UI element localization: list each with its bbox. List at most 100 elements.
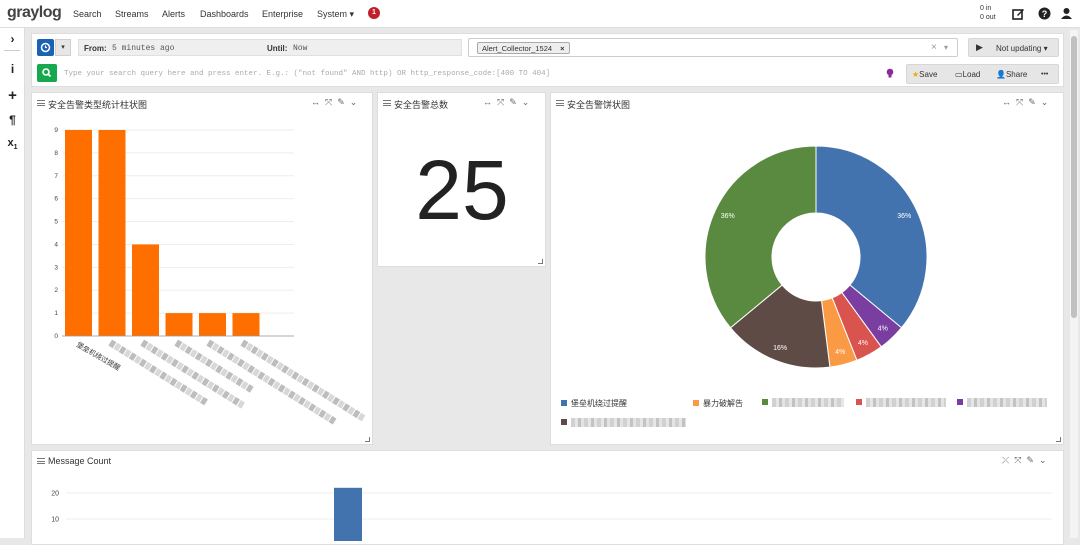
scrollbar-thumb[interactable] [1071,36,1077,318]
load-button[interactable]: ▭Load [955,70,980,79]
legend-swatch [957,399,963,405]
svg-text:?: ? [1042,9,1048,19]
y-tick-label: 4 [54,241,58,248]
expand-icon[interactable]: ↔ [483,97,497,107]
edit-widget-icon[interactable]: ✎ [337,97,350,107]
time-range-display[interactable]: From: 5 minutes ago Until: Now [78,39,462,56]
resize-handle-icon[interactable] [538,259,543,264]
help-icon[interactable]: ? [1038,7,1051,20]
throughput-out: 0 out [980,14,996,21]
notification-badge[interactable]: 1 [368,7,380,19]
redacted-tick-label [240,339,366,422]
stream-select[interactable]: Alert_Collector_1524 × × ▾ [468,38,958,57]
slice-label: 4% [858,340,868,347]
time-range-dropdown-icon[interactable]: ▾ [55,39,71,56]
resize-handle-icon[interactable] [365,437,370,442]
throughput-indicator: 0 in 0 out [980,4,996,22]
legend-label: 暴力破解告 [703,399,743,408]
remove-tag-icon[interactable]: × [560,44,564,53]
nav-enterprise[interactable]: Enterprise [262,9,303,19]
stream-dropdown-icon[interactable]: ▾ [944,43,948,52]
panel-controls: ↔⤧✎⌄ [483,97,534,108]
y-tick-label: 9 [54,127,58,134]
legend-item[interactable] [957,398,1047,407]
slice-label: 36% [721,213,735,220]
user-plus-icon: 👤 [996,70,1006,79]
stream-tag: Alert_Collector_1524 × [477,42,570,54]
search-bar: ▾ From: 5 minutes ago Until: Now Alert_C… [31,33,1064,87]
bar [132,244,159,336]
fullscreen-icon[interactable]: ⤧ [497,97,509,107]
search-actions: ★Save ▭Load 👤Share ••• [906,64,1059,84]
legend-swatch [856,399,862,405]
bar [65,130,92,336]
top-navbar: graylog Search Streams Alerts Dashboards… [0,0,1080,28]
y-tick-label: 0 [54,333,58,340]
collapse-icon[interactable]: ⤬ [1002,455,1014,465]
drag-handle-icon[interactable] [37,100,45,106]
drag-handle-icon[interactable] [383,100,391,106]
edit-widget-icon[interactable]: ✎ [509,97,522,107]
legend-item[interactable] [561,418,686,427]
message-count-chart: 10 20 [51,487,1052,541]
legend-item[interactable] [856,398,946,407]
share-button[interactable]: 👤Share [996,70,1027,79]
time-range-button[interactable] [37,39,54,56]
slice-label: 36% [897,213,911,220]
nav-streams[interactable]: Streams [115,9,149,19]
nav-system[interactable]: System ▾ [317,9,354,20]
chevron-down-icon[interactable]: ⌄ [522,97,535,107]
panel-controls: ⤬⤧✎⌄ [1002,455,1052,466]
legend-swatch [762,399,768,405]
y-tick-label: 7 [54,173,58,180]
expand-chevron-icon[interactable]: › [5,32,20,46]
bar-chart-panel: 安全告警类型统计柱状图 ↔⤧✎⌄ 0 1 2 3 4 5 6 7 8 9 堡垒机绕过提醒 [31,92,373,445]
fullscreen-icon[interactable]: ⤧ [325,97,337,107]
legend-item[interactable] [762,398,844,407]
chevron-down-icon[interactable]: ⌄ [1039,455,1052,465]
y-tick-label: 5 [54,219,58,226]
legend-item[interactable]: 堡垒机绕过提醒 [561,398,627,409]
total-count-value: 25 [415,143,509,237]
nav-search[interactable]: Search [73,9,102,19]
more-actions-icon[interactable]: ••• [1041,71,1048,78]
folder-icon: ▭ [955,70,963,79]
left-toolbar: › i + ¶ x1 [0,28,25,538]
clock-icon [40,42,51,53]
play-icon: ▶ [976,42,983,52]
drag-handle-icon[interactable] [37,458,45,464]
bar [98,130,126,336]
panel-title: 安全告警总数 [394,100,449,110]
lightbulb-icon[interactable] [886,68,894,78]
search-button[interactable] [37,64,57,82]
redacted-label [967,398,1047,407]
resize-handle-icon[interactable] [1056,437,1061,442]
clear-icon[interactable]: × [931,42,937,53]
nav-dashboards[interactable]: Dashboards [200,9,249,19]
expand-icon[interactable]: ↔ [311,97,325,107]
paragraph-icon[interactable]: ¶ [5,113,20,127]
subscript-icon[interactable]: x1 [5,137,20,151]
y-tick-label: 1 [54,310,58,317]
nav-alerts[interactable]: Alerts [162,9,185,19]
until-value: Now [293,44,308,53]
add-icon[interactable]: + [5,87,20,104]
search-query-input[interactable]: Type your search query here and press en… [64,67,900,83]
legend-swatch [561,419,567,425]
edit-widget-icon[interactable]: ✎ [1026,455,1039,465]
y-tick-label: 6 [54,196,58,203]
y-tick-label: 8 [54,150,58,157]
redacted-label [571,418,686,427]
bar [199,313,226,336]
legend-item[interactable]: 暴力破解告 [693,398,743,409]
info-icon[interactable]: i [5,62,20,76]
save-button[interactable]: ★Save [912,70,937,79]
slice-label: 4% [878,326,888,333]
edit-icon[interactable] [1012,7,1025,20]
graylog-logo[interactable]: graylog [7,4,62,22]
refresh-toggle[interactable]: ▶ Not updating ▾ [968,38,1059,57]
user-icon[interactable] [1060,7,1073,20]
fullscreen-icon[interactable]: ⤧ [1014,455,1026,465]
chevron-down-icon[interactable]: ⌄ [350,97,363,107]
x-tick-label: 堡垒机绕过提醒 [75,340,122,372]
